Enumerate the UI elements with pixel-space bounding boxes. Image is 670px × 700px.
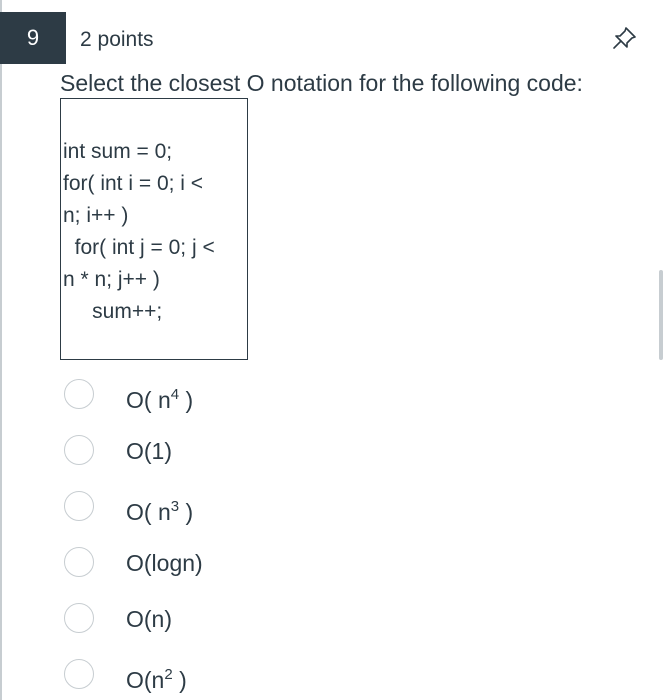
radio-button[interactable] — [64, 435, 94, 465]
question-prompt: Select the closest O notation for the fo… — [60, 70, 583, 96]
answer-label: O( n4 ) — [126, 380, 193, 415]
code-block: int sum = 0; for( int i = 0; i < n; i++ … — [60, 98, 248, 360]
answer-label: O(n2 ) — [126, 660, 187, 695]
answer-exponent: 3 — [170, 498, 180, 515]
answer-text: O(1) — [126, 438, 172, 464]
answer-option-6[interactable]: O(n2 ) — [62, 656, 362, 696]
answer-text: O(n — [126, 667, 165, 693]
answer-text: O(n) — [126, 606, 172, 632]
answer-label: O( n3 ) — [126, 492, 193, 527]
answer-exponent: 4 — [170, 386, 180, 403]
answer-text: O( n — [126, 499, 171, 525]
answer-text-tail: ) — [179, 499, 194, 525]
answer-label: O(n) — [126, 604, 172, 634]
radio-button[interactable] — [64, 491, 94, 521]
answer-label: O(1) — [126, 436, 172, 466]
answer-option-3[interactable]: O( n3 ) — [62, 488, 362, 528]
code-line: int sum = 0; — [63, 140, 173, 163]
answer-text: O( n — [126, 387, 171, 413]
answer-option-5[interactable]: O(n) — [62, 600, 362, 640]
code-line: n * n; j++ ) — [63, 268, 160, 291]
code-line: n; i++ ) — [63, 204, 129, 227]
answer-text-tail: ) — [179, 387, 194, 413]
answer-text: O(logn) — [126, 550, 203, 576]
radio-button[interactable] — [64, 547, 94, 577]
answer-option-1[interactable]: O( n4 ) — [62, 376, 362, 416]
answer-option-2[interactable]: O(1) — [62, 432, 362, 472]
code-line: for( int j = 0; j < — [63, 236, 215, 259]
scrollbar[interactable] — [659, 270, 663, 360]
radio-button[interactable] — [64, 659, 94, 689]
radio-button[interactable] — [64, 603, 94, 633]
answer-text-tail: ) — [172, 667, 187, 693]
code-line: for( int i = 0; i < — [63, 172, 204, 195]
answer-label: O(logn) — [126, 548, 203, 578]
quiz-question: 9 2 points Select the closest O notation… — [0, 0, 670, 700]
code-line: sum++; — [63, 300, 163, 323]
radio-button[interactable] — [64, 379, 94, 409]
left-divider — [0, 0, 2, 700]
question-number-badge: 9 — [0, 12, 66, 64]
question-points: 2 points — [80, 28, 154, 51]
pin-icon[interactable] — [609, 24, 639, 54]
answer-exponent: 2 — [164, 666, 173, 683]
answer-option-4[interactable]: O(logn) — [62, 544, 362, 584]
